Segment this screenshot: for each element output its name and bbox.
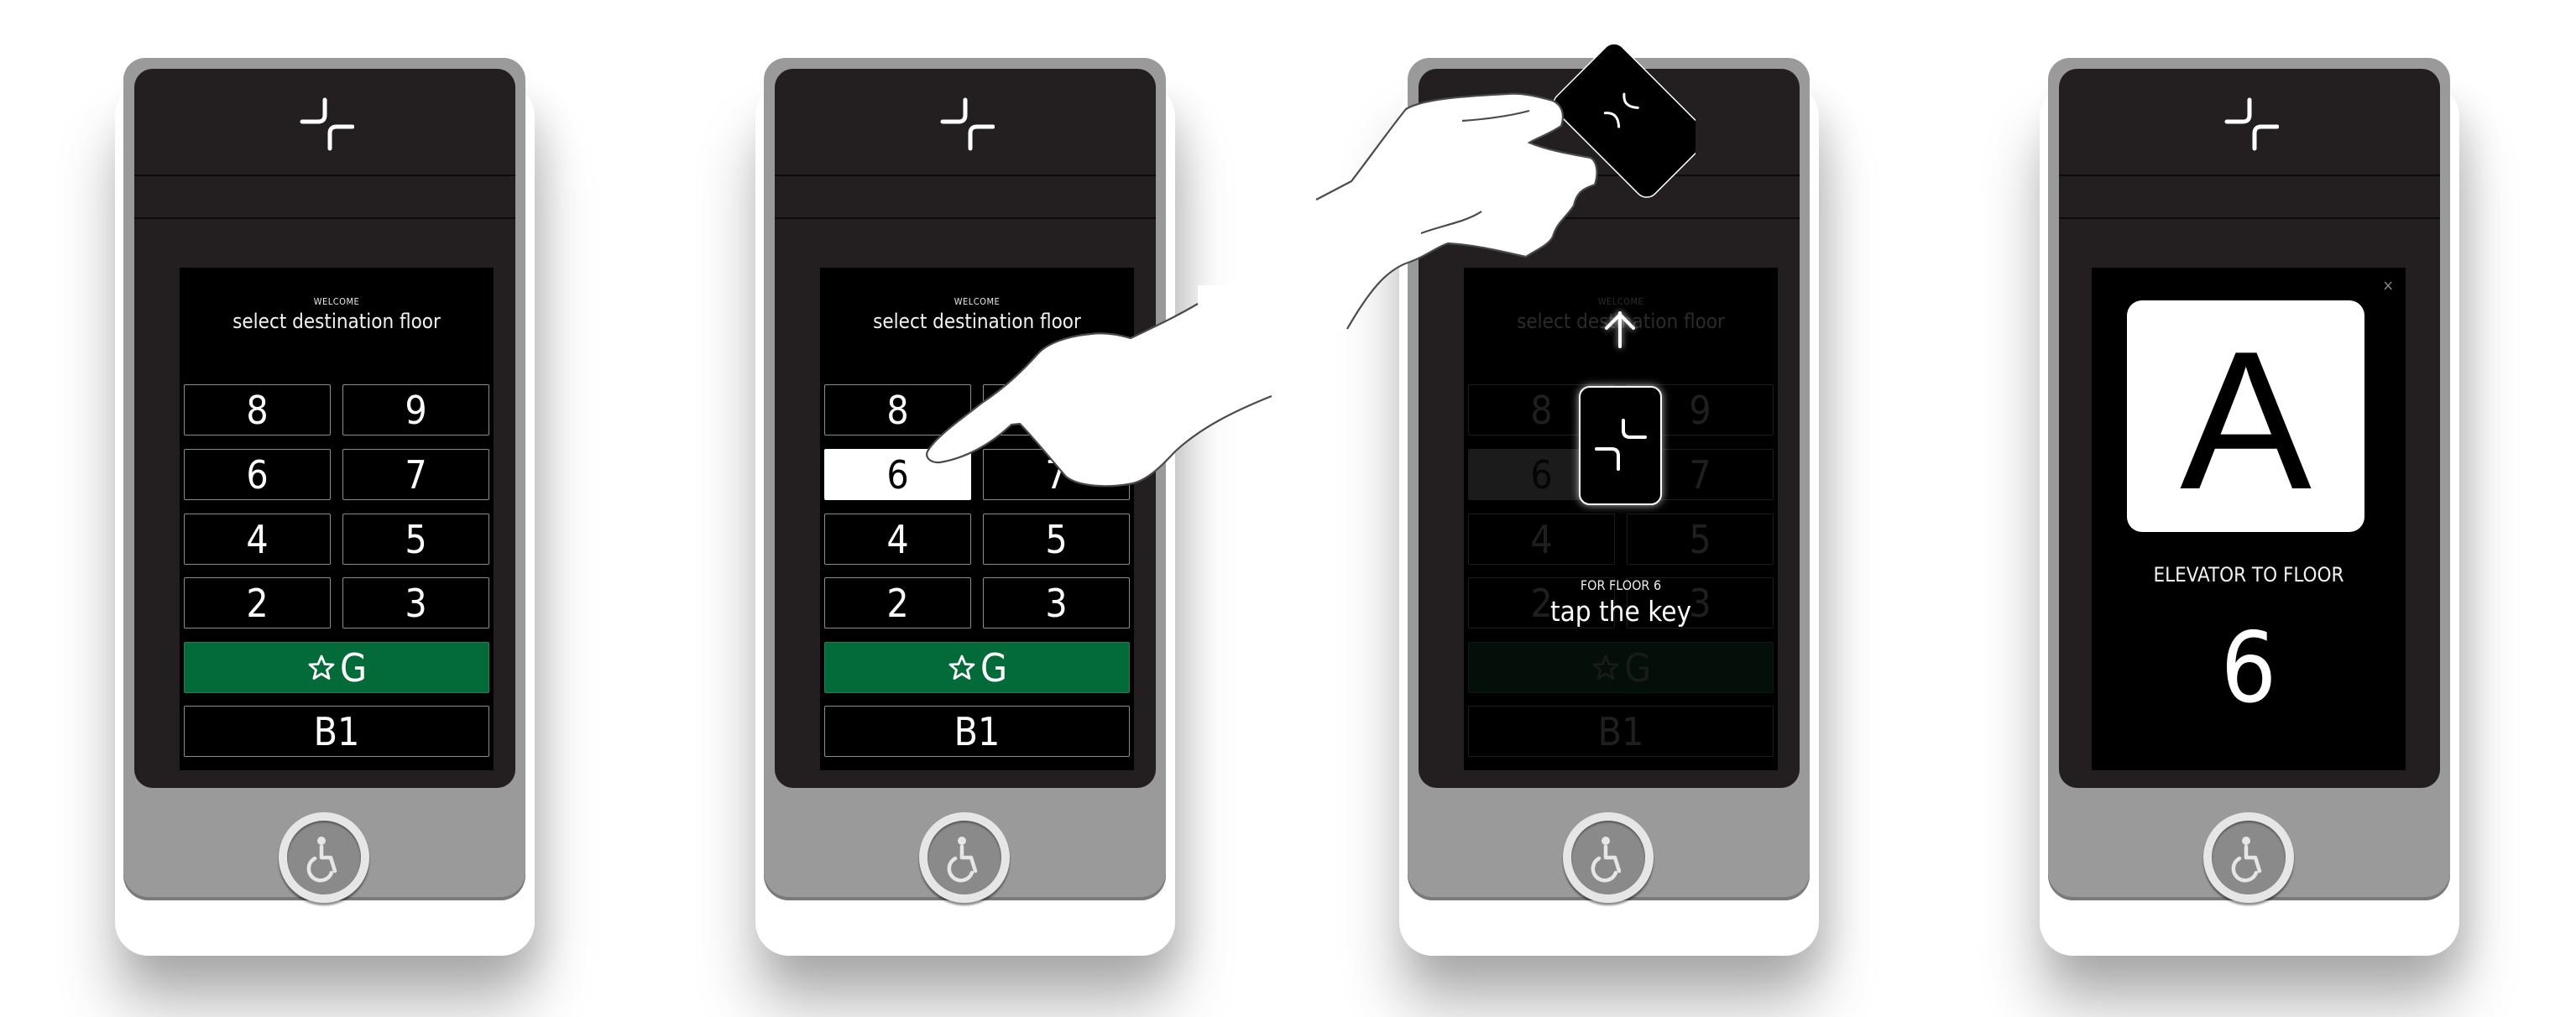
floor-key-5[interactable]: 5: [342, 514, 489, 565]
ground-label: G: [339, 644, 368, 691]
floor-key-2[interactable]: 2: [184, 577, 331, 628]
floor-key-4: 4: [1468, 514, 1615, 565]
star-icon: [948, 655, 975, 680]
floor-key-7[interactable]: 7: [342, 449, 489, 500]
wheelchair-icon: [947, 837, 978, 883]
floor-key-b1[interactable]: B1: [184, 706, 489, 757]
floor-key-3[interactable]: 3: [983, 577, 1130, 628]
floor-key-4[interactable]: 4: [184, 514, 331, 565]
floor-key-4[interactable]: 4: [824, 514, 971, 565]
divider: [2059, 175, 2440, 176]
floor-key-ground[interactable]: G: [184, 642, 489, 693]
floor-key-ground[interactable]: G: [824, 642, 1130, 693]
floor-key-b1: B1: [1468, 706, 1774, 757]
panel-select-floor: WELCOME select destination floor 8 9 6 7…: [123, 58, 525, 903]
ground-label: G: [980, 644, 1008, 691]
ground-label: G: [1623, 644, 1652, 691]
touch-screen: × A ELEVATOR TO FLOOR 6: [2092, 268, 2406, 770]
brand-cross-icon: [2224, 97, 2279, 151]
brand-cross-icon: [940, 97, 995, 151]
floor-key-2[interactable]: 2: [824, 577, 971, 628]
divider: [775, 175, 1156, 176]
elevator-to-floor-label: ELEVATOR TO FLOOR: [2153, 563, 2344, 587]
floor-key-5: 5: [1627, 514, 1774, 565]
divider: [2059, 217, 2440, 219]
floor-key-ground: G: [1468, 642, 1774, 693]
accessibility-button[interactable]: [2203, 812, 2294, 903]
divider: [134, 175, 515, 176]
star-icon: [1592, 655, 1619, 680]
accessibility-button[interactable]: [1563, 812, 1654, 903]
floor-key-5[interactable]: 5: [983, 514, 1130, 565]
close-icon[interactable]: ×: [2382, 279, 2394, 294]
welcome-label: WELCOME: [313, 296, 360, 307]
wheelchair-icon: [1591, 837, 1622, 883]
keycard-icon: [1595, 419, 1647, 471]
hand-with-keycard-illustration: [1309, 43, 1696, 352]
divider: [775, 217, 1156, 219]
elevator-car-badge: A: [2127, 300, 2364, 532]
panel-frame: × A ELEVATOR TO FLOOR 6: [2048, 58, 2450, 903]
floor-key-9[interactable]: 9: [342, 384, 489, 435]
panel-elevator-assigned: × A ELEVATOR TO FLOOR 6: [2048, 58, 2450, 903]
wheelchair-icon: [2231, 837, 2262, 883]
floor-key-8[interactable]: 8: [184, 384, 331, 435]
destination-floor-number: 6: [2220, 612, 2277, 725]
elevator-letter: A: [2180, 309, 2312, 530]
bezel: WELCOME select destination floor 8 9 6 7…: [134, 69, 515, 788]
keycard-reader-prompt: [1579, 386, 1662, 505]
floor-key-6[interactable]: 6: [184, 449, 331, 500]
tap-key-instruction: tap the key: [1549, 595, 1692, 628]
prompt-title: select destination floor: [233, 310, 441, 333]
accessibility-button[interactable]: [919, 812, 1010, 903]
panel-frame: WELCOME select destination floor 8 9 6 7…: [123, 58, 525, 903]
accessibility-button[interactable]: [279, 812, 369, 903]
pointing-hand-illustration: [926, 285, 1326, 488]
wheelchair-icon: [306, 837, 337, 883]
floor-key-b1[interactable]: B1: [824, 706, 1130, 757]
touch-screen: WELCOME select destination floor 8 9 6 7…: [180, 268, 494, 770]
for-floor-label: FOR FLOOR 6: [1580, 577, 1662, 593]
bezel: × A ELEVATOR TO FLOOR 6: [2059, 69, 2440, 788]
star-icon: [308, 655, 335, 680]
divider: [134, 217, 515, 219]
brand-cross-icon: [300, 97, 354, 151]
floor-key-3[interactable]: 3: [342, 577, 489, 628]
